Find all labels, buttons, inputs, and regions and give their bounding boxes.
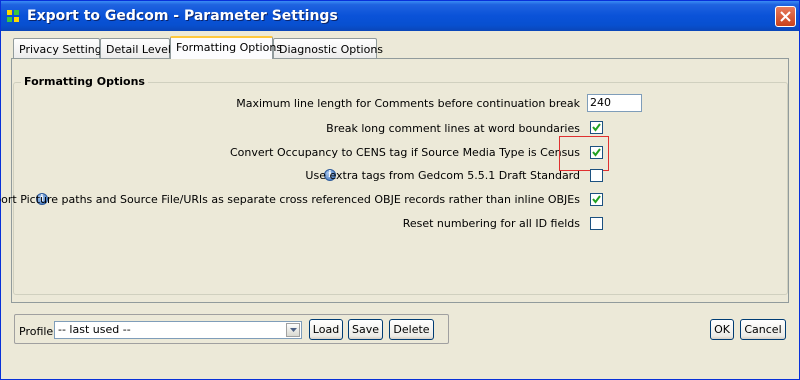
dropdown-button[interactable]: [286, 323, 300, 337]
checkmark-icon: [592, 195, 601, 204]
reset-numbering-label: Reset numbering for all ID fields: [402, 217, 580, 230]
app-icon: [7, 10, 19, 22]
break-word-boundaries-checkbox[interactable]: [590, 121, 603, 134]
close-icon: [780, 11, 791, 22]
delete-button[interactable]: Delete: [389, 319, 434, 340]
close-button[interactable]: [775, 6, 796, 27]
cancel-button[interactable]: Cancel: [740, 319, 786, 340]
tab-detail-level[interactable]: Detail Level: [100, 38, 171, 58]
export-gedcom-dialog: Export to Gedcom - Parameter Settings Pr…: [0, 0, 800, 380]
extra-tags-label: Use extra tags from Gedcom 5.5.1 Draft S…: [305, 169, 580, 182]
tab-privacy-settings[interactable]: Privacy Settings: [13, 38, 107, 58]
max-line-length-input[interactable]: 240: [587, 94, 642, 112]
chevron-down-icon: [290, 328, 297, 332]
extra-tags-checkbox[interactable]: [590, 169, 603, 182]
profile-label: Profile: [19, 325, 54, 338]
window-title: Export to Gedcom - Parameter Settings: [27, 8, 338, 24]
tab-diagnostic-options[interactable]: Diagnostic Options: [273, 38, 383, 58]
formatting-options-group: [13, 82, 788, 295]
profile-select-value: -- last used --: [58, 323, 131, 336]
max-line-length-label: Maximum line length for Comments before …: [236, 97, 580, 110]
checkmark-icon: [592, 123, 601, 132]
convert-occupancy-label: Convert Occupancy to CENS tag if Source …: [229, 146, 580, 159]
reset-numbering-checkbox[interactable]: [590, 217, 603, 230]
load-button[interactable]: Load: [309, 319, 343, 340]
picture-paths-label: export Picture paths and Source File/URl…: [0, 193, 580, 206]
tab-formatting-options[interactable]: Formatting Options: [170, 36, 282, 59]
ok-button[interactable]: OK: [710, 319, 734, 340]
group-title: Formatting Options: [21, 75, 148, 88]
highlight-annotation: [559, 136, 609, 171]
title-bar[interactable]: Export to Gedcom - Parameter Settings: [1, 1, 799, 31]
picture-paths-checkbox[interactable]: [590, 193, 603, 206]
break-word-boundaries-label: Break long comment lines at word boundar…: [326, 122, 580, 135]
profile-select[interactable]: -- last used --: [54, 321, 302, 339]
save-button[interactable]: Save: [348, 319, 383, 340]
